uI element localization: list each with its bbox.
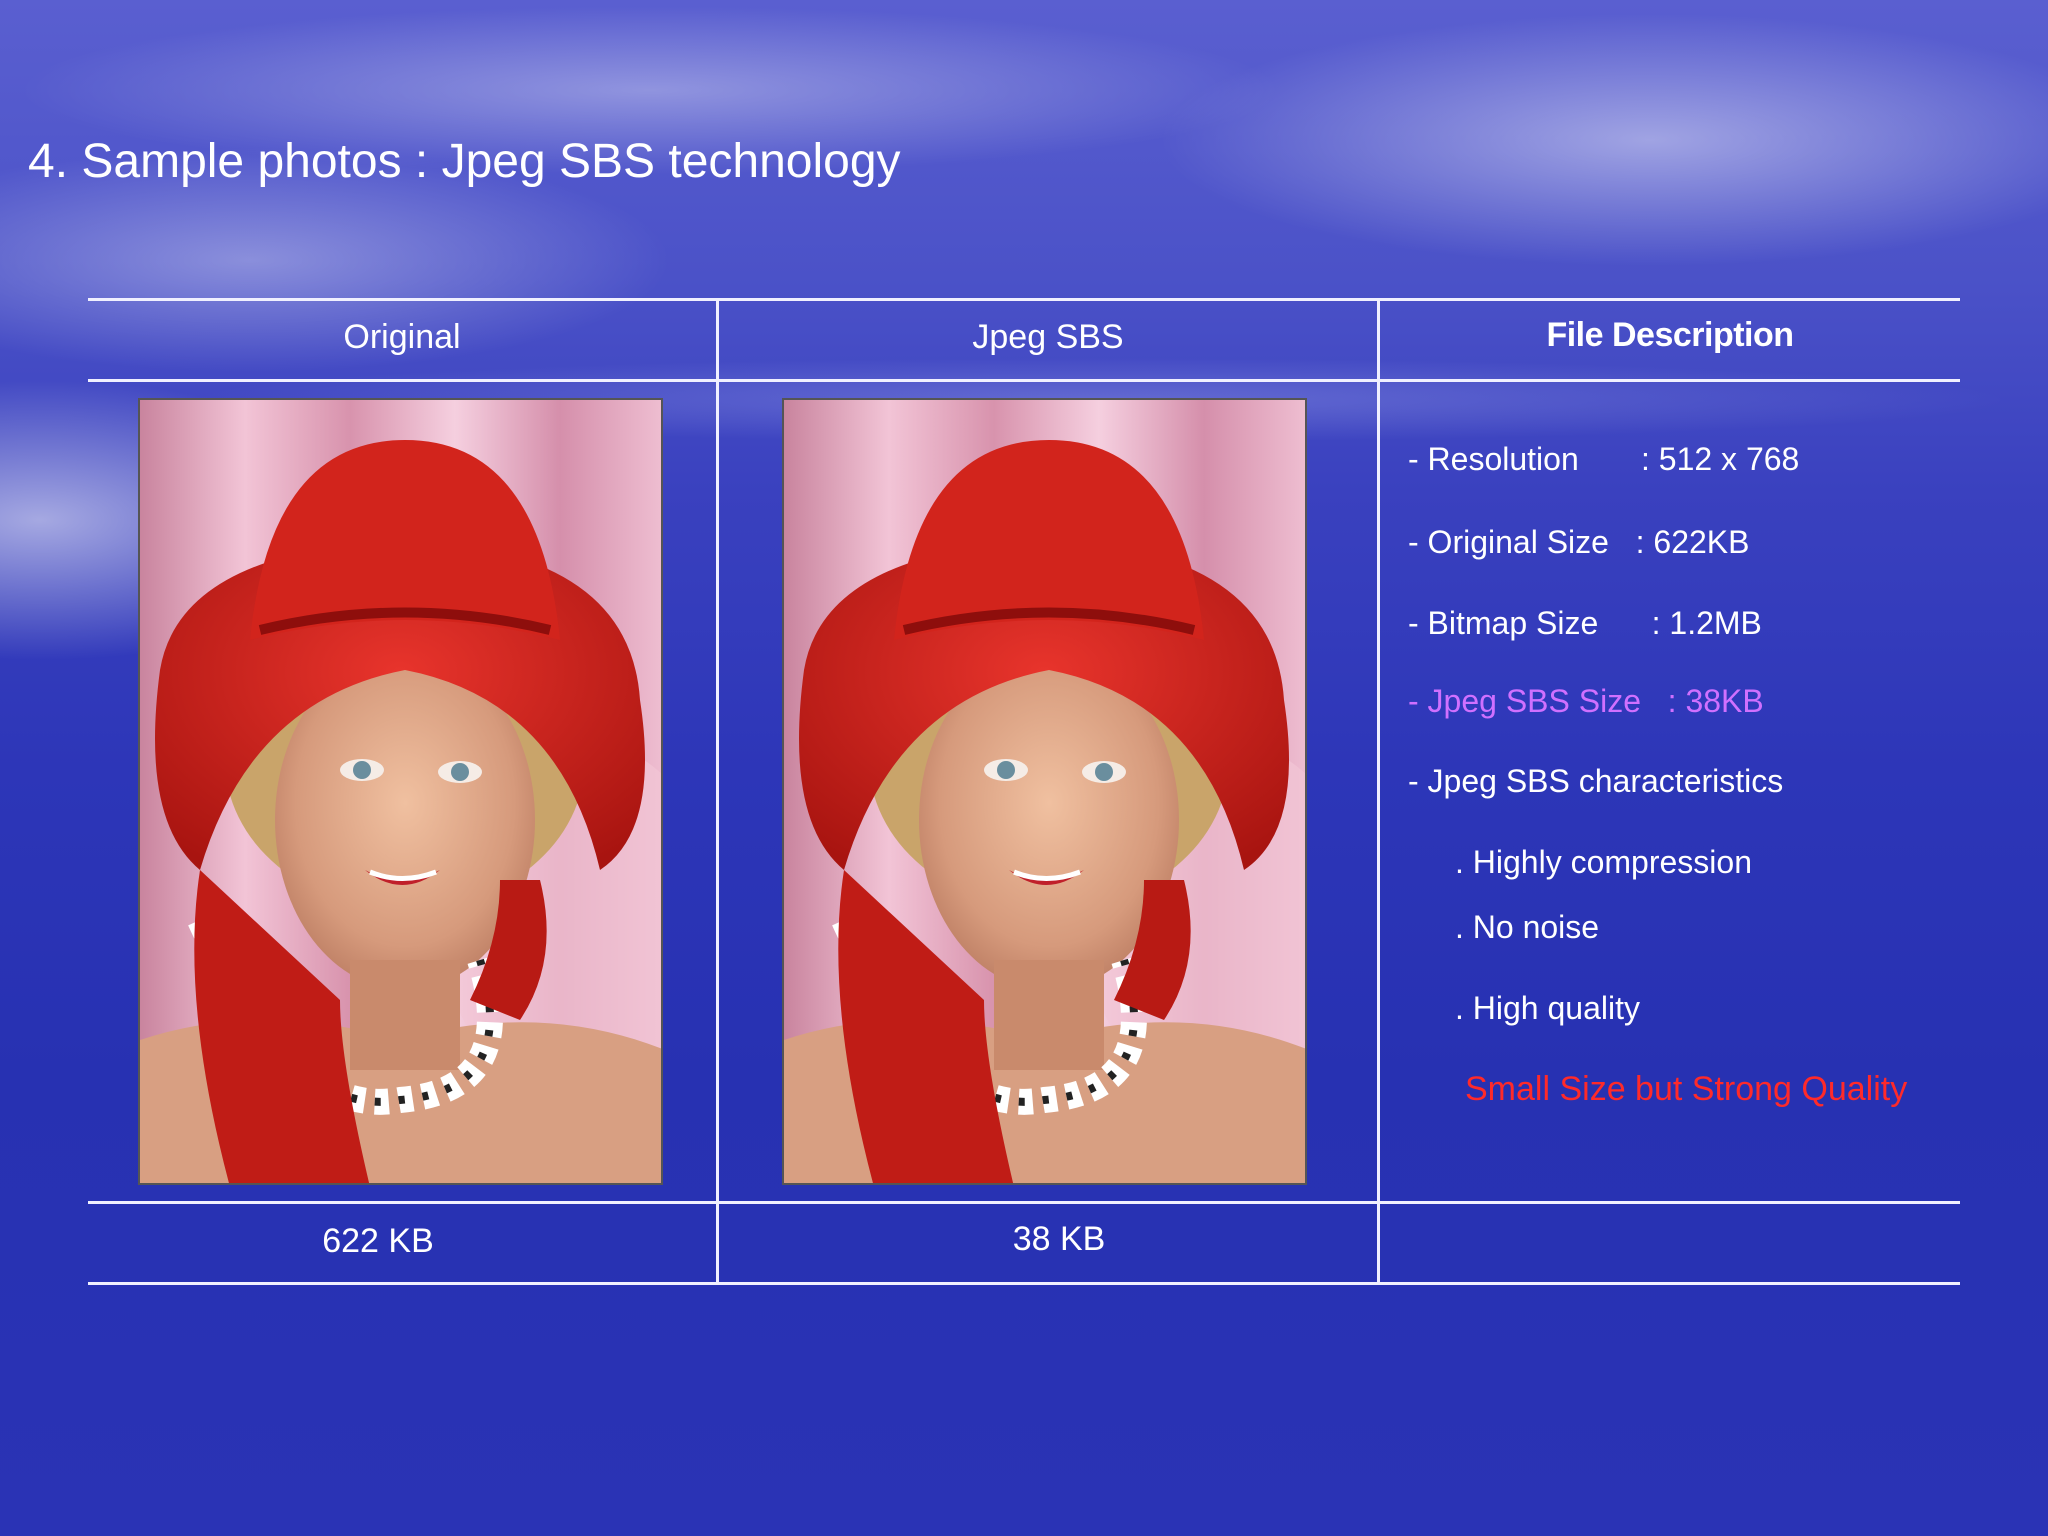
- characteristic-item: . No noise: [1455, 909, 1600, 945]
- characteristic-item: . High quality: [1455, 990, 1640, 1026]
- table-divider-1: [716, 299, 719, 1284]
- header-file-description: File Description: [1546, 316, 1794, 354]
- desc-sbs-size: - Jpeg SBS Size : 38KB: [1408, 683, 1764, 719]
- header-original: Original: [343, 318, 461, 356]
- original-size-value: 622 KB: [322, 1222, 434, 1260]
- characteristic-item: . Highly compression: [1455, 844, 1752, 880]
- jpeg-sbs-photo: [782, 398, 1307, 1185]
- slide-title: 4. Sample photos : Jpeg SBS technology: [28, 135, 901, 188]
- desc-original-size: - Original Size : 622KB: [1408, 524, 1750, 560]
- original-photo: [138, 398, 663, 1185]
- quality-note: Small Size but Strong Quality: [1465, 1070, 1908, 1108]
- header-jpeg-sbs: Jpeg SBS: [972, 318, 1124, 356]
- table-header-rule: [88, 379, 1960, 382]
- table-body-rule: [88, 1201, 1960, 1204]
- table-bottom-rule: [88, 1282, 1960, 1285]
- sbs-size-value: 38 KB: [1012, 1220, 1106, 1258]
- desc-characteristics: - Jpeg SBS characteristics: [1408, 763, 1784, 799]
- table-top-rule: [88, 298, 1960, 301]
- desc-bitmap-size: - Bitmap Size : 1.2MB: [1408, 605, 1762, 641]
- slide: 4. Sample photos : Jpeg SBS technology O…: [0, 0, 2048, 1536]
- table-divider-2: [1377, 299, 1380, 1284]
- desc-resolution: - Resolution : 512 x 768: [1408, 441, 1800, 477]
